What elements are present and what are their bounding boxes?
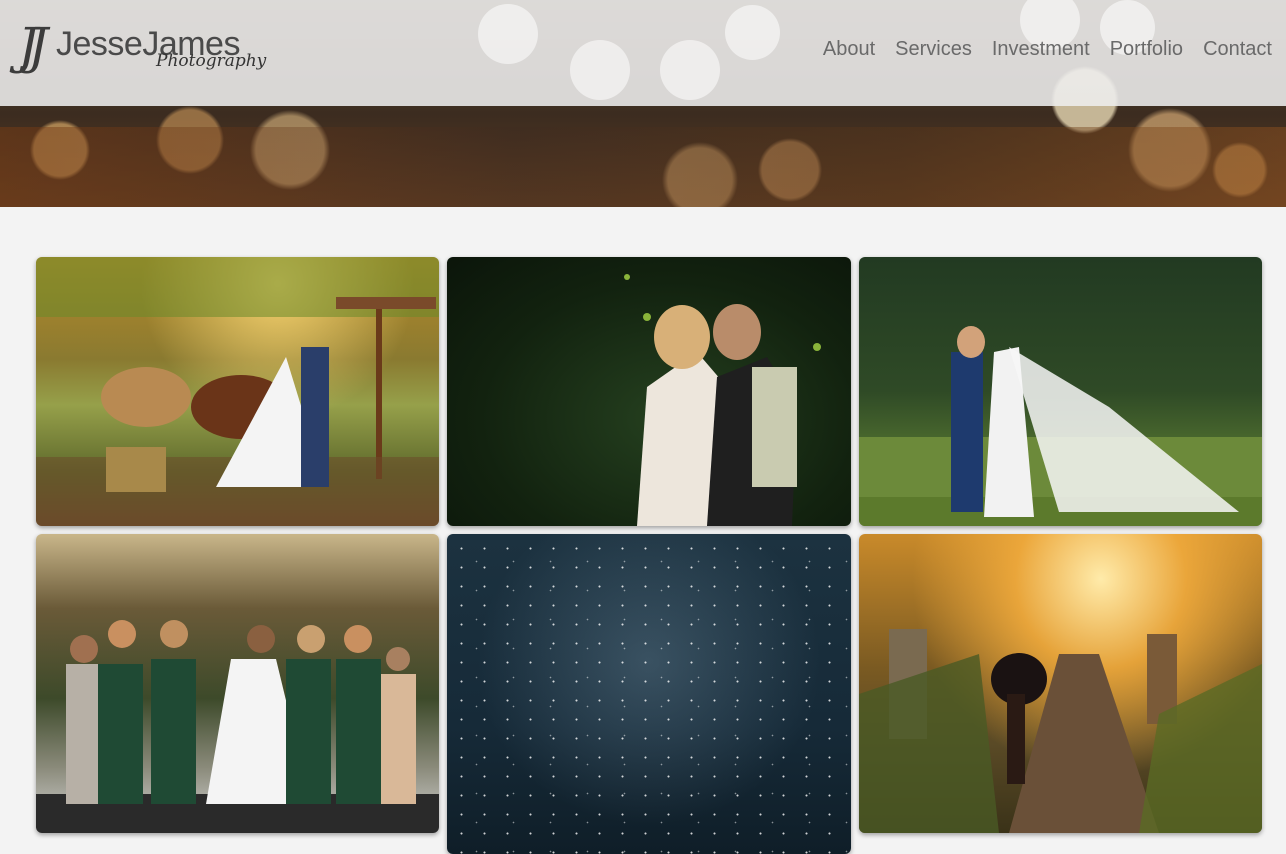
hero-glow	[0, 127, 1286, 207]
header-bokeh	[570, 40, 630, 100]
photo-art	[859, 326, 1262, 526]
nav-contact[interactable]: Contact	[1203, 36, 1272, 62]
gallery-photo-horses-couple[interactable]	[36, 257, 439, 526]
photo-art	[859, 629, 1262, 833]
logo-monogram: JJ	[18, 17, 48, 75]
header-bokeh	[660, 40, 720, 100]
header-bokeh	[478, 4, 538, 64]
nav-portfolio[interactable]: Portfolio	[1110, 36, 1183, 62]
header-bokeh	[725, 5, 780, 60]
nav-about[interactable]: About	[823, 36, 875, 62]
nav-investment[interactable]: Investment	[992, 36, 1090, 62]
site-header: JJ JesseJames Photography About Services…	[0, 0, 1286, 106]
gallery-photo-sunset-road[interactable]	[859, 534, 1262, 833]
photo-art	[624, 274, 821, 526]
photo-gallery	[36, 257, 1262, 854]
photo-art	[36, 620, 439, 833]
gallery-photo-veil-couple[interactable]	[859, 257, 1262, 526]
logo-tagline: Photography	[156, 51, 267, 71]
gallery-photo-bridal-party[interactable]	[36, 534, 439, 833]
photo-stars	[447, 534, 851, 854]
nav-services[interactable]: Services	[895, 36, 972, 62]
gallery-photo-orchard-couple[interactable]	[447, 257, 851, 526]
main-nav: About Services Investment Portfolio Cont…	[823, 36, 1272, 62]
site-logo[interactable]: JJ JesseJames Photography	[18, 17, 267, 78]
gallery-photo-night-sky[interactable]	[447, 534, 851, 854]
photo-art	[36, 257, 439, 526]
